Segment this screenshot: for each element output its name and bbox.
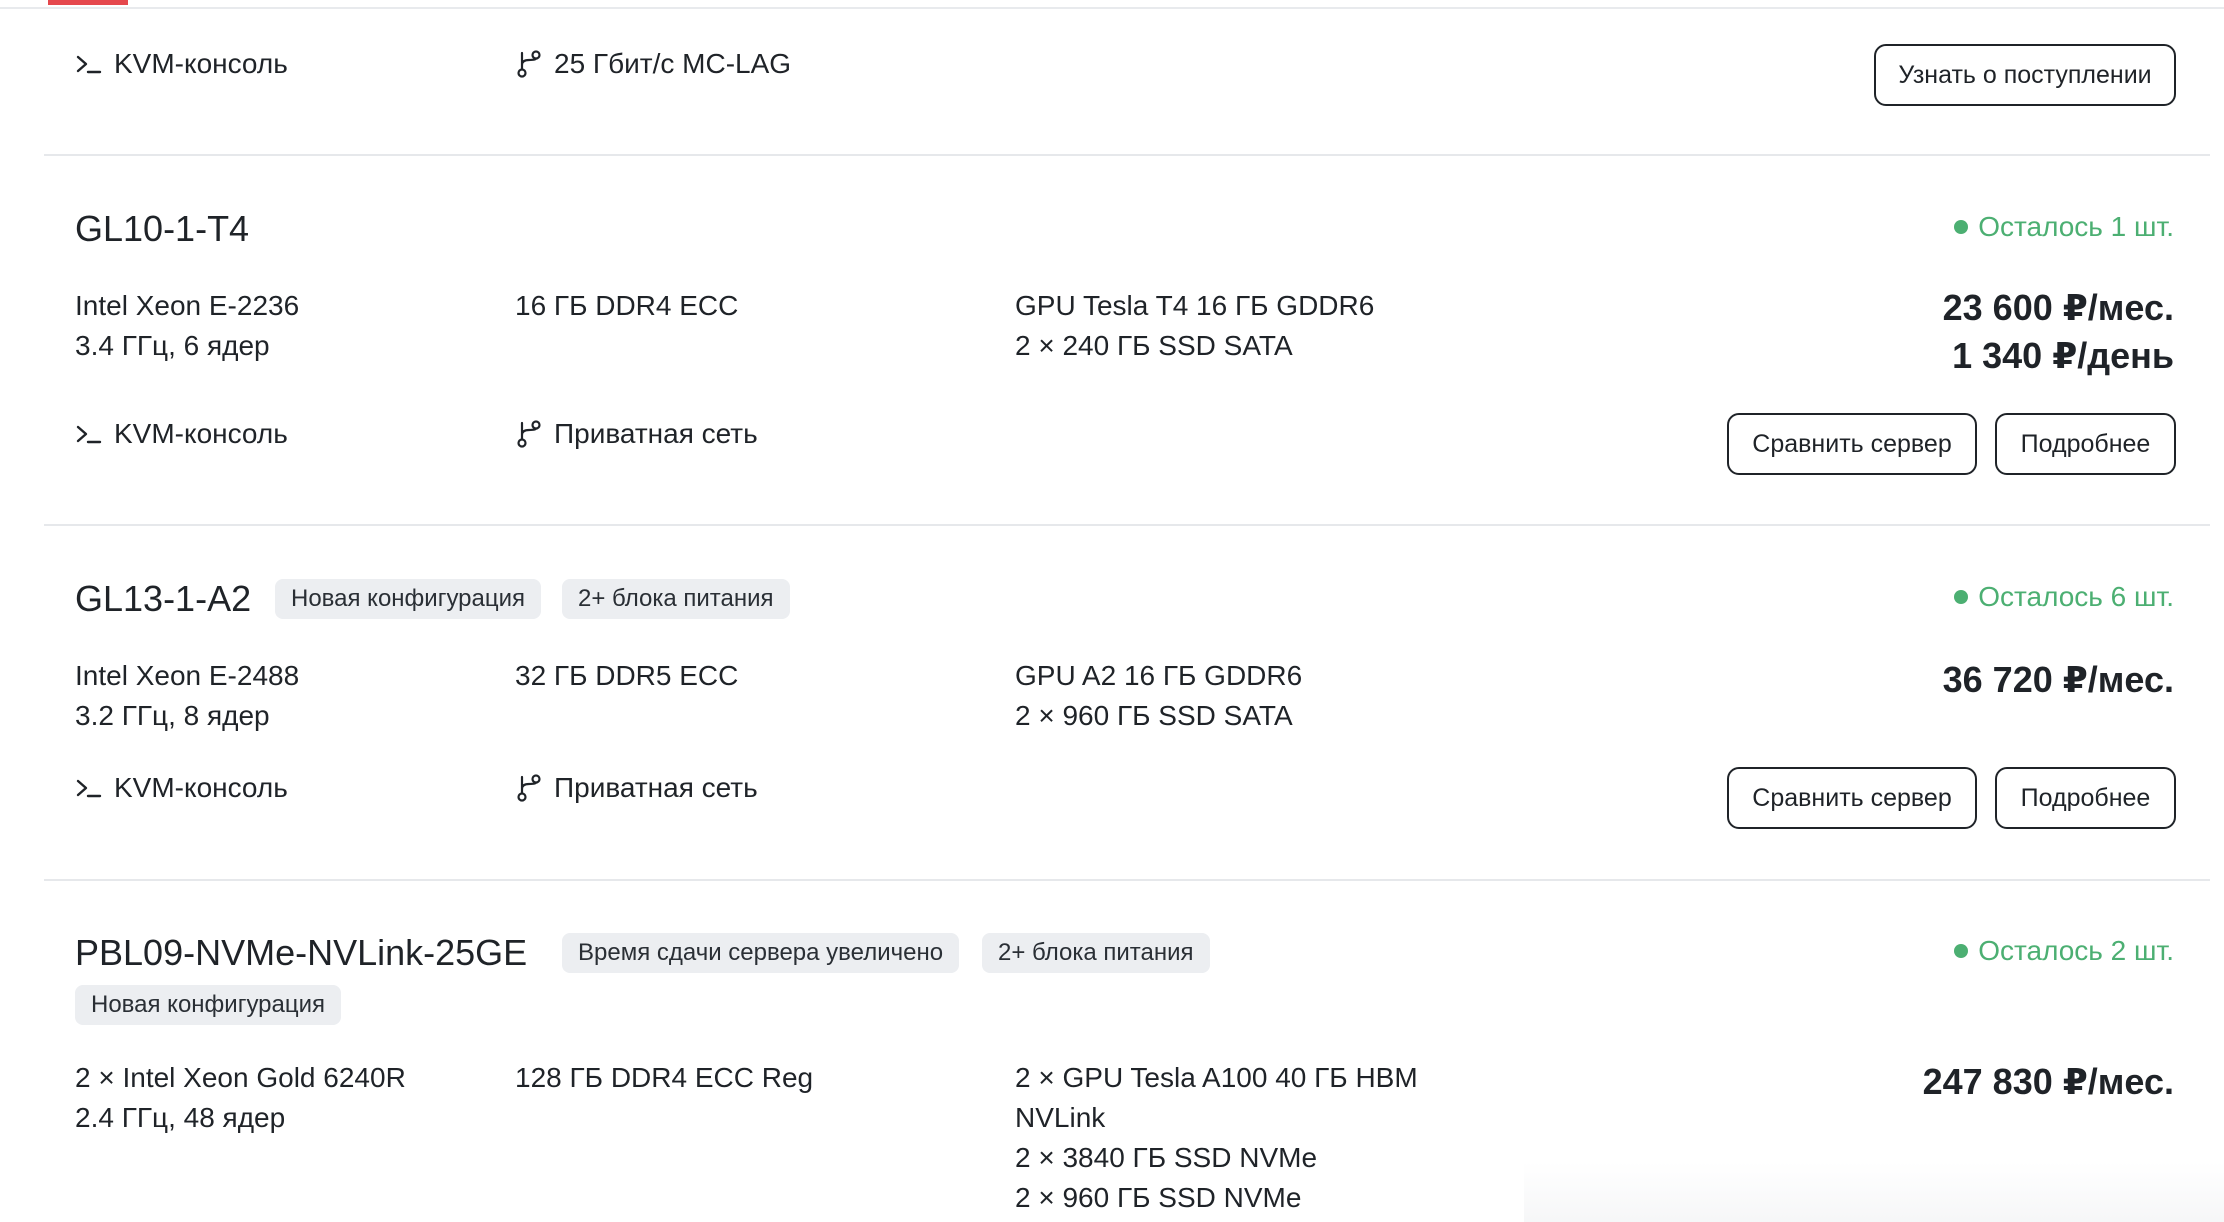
cpu-model: Intel Xeon E-2488: [75, 660, 300, 691]
storage-spec: NVLink: [1015, 1102, 1106, 1133]
cpu-specs: 3.4 ГГц, 6 ядер: [75, 330, 270, 361]
row-divider: [44, 154, 2210, 156]
details-button[interactable]: Подробнее: [1995, 767, 2176, 829]
notify-availability-button[interactable]: Узнать о поступлении: [1874, 44, 2176, 106]
tag-new-configuration: Новая конфигурация: [275, 579, 542, 619]
feature-label: Приватная сеть: [554, 772, 758, 803]
storage-spec: 2 × 960 ГБ SSD NVMe: [1015, 1182, 1302, 1213]
feature-private-network: Приватная сеть: [514, 768, 758, 808]
compare-server-button[interactable]: Сравнить сервер: [1727, 413, 1977, 475]
cpu-model: 2 × Intel Xeon Gold 6240R: [75, 1062, 406, 1093]
price-day: 1 340 ₽/день: [1952, 335, 2174, 376]
terminal-prompt-icon: [74, 419, 104, 449]
feature-kvm-console: KVM-консоль: [74, 768, 288, 808]
storage-spec: GPU A2 16 ГБ GDDR6: [1015, 660, 1303, 691]
ram-spec: 16 ГБ DDR4 ECC: [515, 290, 739, 321]
branch-network-icon: [514, 773, 544, 803]
server-name[interactable]: PBL09-NVMe-NVLink-25GE: [75, 929, 527, 977]
stock-dot-icon: [1954, 220, 1969, 234]
bottom-shadow: [1524, 1162, 2224, 1222]
cpu-model: Intel Xeon E-2236: [75, 290, 300, 321]
row-divider: [44, 879, 2210, 881]
details-button[interactable]: Подробнее: [1995, 413, 2176, 475]
stock-dot-icon: [1954, 944, 1969, 958]
tag-power-supplies: 2+ блока питания: [562, 579, 790, 619]
ram-spec: 32 ГБ DDR5 ECC: [515, 660, 739, 691]
stock-dot-icon: [1954, 590, 1969, 604]
terminal-prompt-icon: [74, 49, 104, 79]
branch-network-icon: [514, 49, 544, 79]
price-month: 36 720 ₽/мес.: [1942, 659, 2174, 700]
feature-label: KVM-консоль: [114, 418, 288, 449]
stock-label: Осталось 1 шт.: [1978, 211, 2174, 242]
feature-kvm-console: KVM-консоль: [74, 414, 288, 454]
feature-label: KVM-консоль: [114, 48, 288, 79]
price-month: 23 600 ₽/мес.: [1942, 287, 2174, 328]
compare-server-button[interactable]: Сравнить сервер: [1727, 767, 1977, 829]
stock-status: Осталось 6 шт.: [1954, 577, 2174, 617]
stock-status: Осталось 2 шт.: [1954, 931, 2174, 971]
terminal-prompt-icon: [74, 773, 104, 803]
branch-network-icon: [514, 419, 544, 449]
feature-label: 25 Гбит/с MC-LAG: [554, 48, 792, 79]
storage-spec: 2 × 240 ГБ SSD SATA: [1015, 330, 1293, 361]
tag-delivery-delay: Время сдачи сервера увеличено: [562, 933, 960, 973]
top-border: [0, 7, 2224, 9]
feature-network: 25 Гбит/с MC-LAG: [514, 44, 791, 84]
storage-spec: 2 × GPU Tesla A100 40 ГБ HBM: [1015, 1062, 1418, 1093]
stock-label: Осталось 6 шт.: [1978, 581, 2174, 612]
feature-label: KVM-консоль: [114, 772, 288, 803]
tag-power-supplies: 2+ блока питания: [982, 933, 1210, 973]
server-name[interactable]: GL13-1-A2: [75, 575, 251, 623]
feature-private-network: Приватная сеть: [514, 414, 758, 454]
cpu-specs: 2.4 ГГц, 48 ядер: [75, 1102, 286, 1133]
storage-spec: GPU Tesla T4 16 ГБ GDDR6: [1015, 290, 1375, 321]
row-divider: [44, 524, 2210, 526]
tag-new-configuration: Новая конфигурация: [75, 985, 342, 1025]
feature-kvm-console: KVM-консоль: [74, 44, 288, 84]
stock-label: Осталось 2 шт.: [1978, 935, 2174, 966]
stock-status: Осталось 1 шт.: [1954, 207, 2174, 247]
cpu-specs: 3.2 ГГц, 8 ядер: [75, 700, 270, 731]
server-name[interactable]: GL10-1-T4: [75, 205, 249, 253]
price-month: 247 830 ₽/мес.: [1922, 1061, 2174, 1102]
active-tab-indicator: [48, 0, 128, 5]
ram-spec: 128 ГБ DDR4 ECC Reg: [515, 1062, 814, 1093]
feature-label: Приватная сеть: [554, 418, 758, 449]
storage-spec: 2 × 960 ГБ SSD SATA: [1015, 700, 1293, 731]
storage-spec: 2 × 3840 ГБ SSD NVMe: [1015, 1142, 1318, 1173]
